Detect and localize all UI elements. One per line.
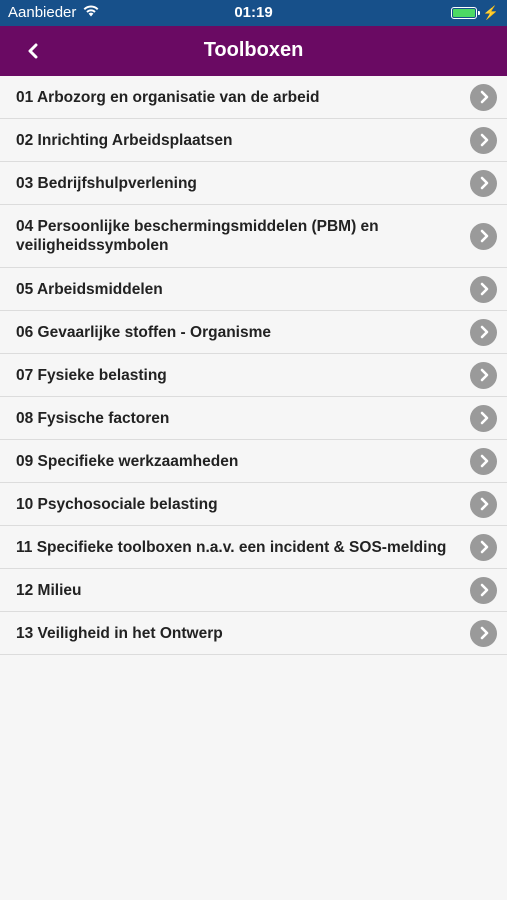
list-item-label: 10 Psychosociale belasting xyxy=(16,495,218,513)
chevron-right-icon xyxy=(470,490,497,518)
list-item-label: 12 Milieu xyxy=(16,581,82,599)
list-item-label: 02 Inrichting Arbeidsplaatsen xyxy=(16,131,233,149)
list-item-08[interactable]: 08 Fysische factoren xyxy=(0,397,507,440)
list-item-label: 04 Persoonlijke beschermingsmiddelen (PB… xyxy=(16,218,379,254)
list-item-07[interactable]: 07 Fysieke belasting xyxy=(0,354,507,397)
list-item-label: 06 Gevaarlijke stoffen - Organisme xyxy=(16,323,271,341)
toolbox-list: 01 Arbozorg en organisatie van de arbeid… xyxy=(0,76,507,655)
list-item-05[interactable]: 05 Arbeidsmiddelen xyxy=(0,268,507,311)
list-item-01[interactable]: 01 Arbozorg en organisatie van de arbeid xyxy=(0,76,507,119)
bolt-icon: ⚡ xyxy=(482,5,499,20)
list-item-06[interactable]: 06 Gevaarlijke stoffen - Organisme xyxy=(0,311,507,354)
list-item-10[interactable]: 10 Psychosociale belasting xyxy=(0,483,507,526)
chevron-right-icon xyxy=(470,222,497,250)
battery-fill xyxy=(452,9,475,17)
chevron-right-icon xyxy=(470,169,497,197)
list-item-11[interactable]: 11 Specifieke toolboxen n.a.v. een incid… xyxy=(0,526,507,569)
chevron-right-icon xyxy=(470,619,497,647)
list-item-13[interactable]: 13 Veiligheid in het Ontwerp xyxy=(0,612,507,655)
list-item-09[interactable]: 09 Specifieke werkzaamheden xyxy=(0,440,507,483)
list-item-03[interactable]: 03 Bedrijfshulpverlening xyxy=(0,162,507,205)
page-title: Toolboxen xyxy=(203,39,304,61)
status-bar: Aanbieder 01:19 ⚡ xyxy=(0,0,507,26)
list-item-12[interactable]: 12 Milieu xyxy=(0,569,507,612)
status-time: 01:19 xyxy=(234,4,273,21)
list-item-label: 09 Specifieke werkzaamheden xyxy=(16,452,239,470)
chevron-right-icon xyxy=(470,361,497,389)
chevron-right-icon xyxy=(470,318,497,346)
battery-icon xyxy=(450,7,480,19)
chevron-right-icon xyxy=(470,533,497,561)
chevron-right-icon xyxy=(470,126,497,154)
list-item-label: 05 Arbeidsmiddelen xyxy=(16,280,163,298)
chevron-right-icon xyxy=(470,447,497,475)
list-item-label: 03 Bedrijfshulpverlening xyxy=(16,174,197,192)
list-item-label: 01 Arbozorg en organisatie van de arbeid xyxy=(16,88,320,106)
list-item-label: 08 Fysische factoren xyxy=(16,409,170,427)
status-right: ⚡ xyxy=(450,5,499,21)
list-item-04[interactable]: 04 Persoonlijke beschermingsmiddelen (PB… xyxy=(0,205,507,268)
list-item-02[interactable]: 02 Inrichting Arbeidsplaatsen xyxy=(0,119,507,162)
chevron-right-icon xyxy=(470,576,497,604)
navigation-bar: Toolboxen xyxy=(0,26,507,76)
chevron-right-icon xyxy=(470,275,497,303)
chevron-right-icon xyxy=(470,83,497,111)
chevron-right-icon xyxy=(470,404,497,432)
list-item-label: 11 Specifieke toolboxen n.a.v. een incid… xyxy=(16,538,447,556)
list-item-label: 07 Fysieke belasting xyxy=(16,366,167,384)
list-item-label: 13 Veiligheid in het Ontwerp xyxy=(16,624,223,642)
